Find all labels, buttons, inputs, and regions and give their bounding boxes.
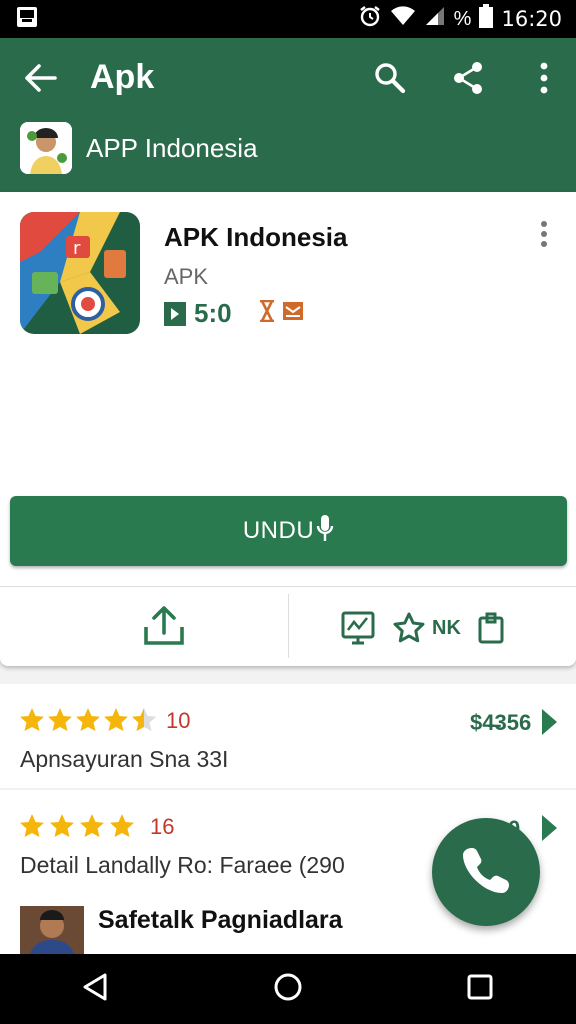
mail-icon [282, 301, 304, 326]
status-bar: % 16:20 [0, 0, 576, 38]
secondary-actions: NK [340, 602, 505, 654]
reviewer-name: Safetalk Pagniadlara [98, 906, 343, 934]
stars-icon [20, 814, 134, 837]
app-bar: Apk APP Indonesia [0, 38, 576, 192]
alarm-icon [358, 4, 382, 34]
home-circle-icon [272, 971, 304, 1008]
chevron-right-icon[interactable] [540, 814, 558, 847]
nav-home-button[interactable] [258, 959, 318, 1019]
star-outline-icon[interactable] [392, 611, 426, 645]
rating-value: 5:0 [194, 298, 232, 328]
nav-recents-button[interactable] [450, 959, 510, 1019]
phone-icon [460, 844, 512, 901]
svg-text:r: r [73, 238, 81, 259]
card-more-button[interactable] [530, 220, 558, 252]
more-vert-icon [539, 62, 549, 99]
star-rating: 10 [18, 706, 190, 736]
search-button[interactable] [368, 58, 412, 102]
chevron-right-icon[interactable] [540, 708, 558, 741]
vertical-divider [288, 594, 289, 658]
status-time: 16:20 [501, 7, 562, 31]
upload-button[interactable] [134, 602, 194, 654]
signal-icon [424, 5, 446, 33]
stars-icon [20, 708, 156, 731]
microphone-icon [316, 513, 334, 550]
reviewer-row: Safetalk Pagniadlara [20, 906, 343, 954]
app-title: APK Indonesia [164, 222, 348, 252]
nav-back-button[interactable] [66, 959, 126, 1019]
developer-avatar [20, 122, 72, 174]
review-item[interactable]: 10 $4̶356 Apnsayuran Sna 33I [0, 684, 576, 788]
recents-square-icon [466, 973, 494, 1006]
app-details-card: r APK Indonesia APK 5:0 UNDU NK [0, 192, 576, 666]
back-triangle-icon [81, 972, 111, 1007]
review-text: Detail Landally Ro: Faraee (290 [20, 852, 345, 878]
more-vert-icon [540, 220, 548, 252]
notification-icon [16, 6, 38, 33]
more-options-button[interactable] [522, 58, 566, 102]
screen-chart-icon[interactable] [340, 610, 376, 646]
nk-label: NK [432, 616, 461, 639]
rating-row: 5:0 [164, 298, 304, 329]
hourglass-icon [258, 299, 276, 327]
review-count: 10 [166, 708, 191, 733]
divider [0, 586, 576, 587]
install-button[interactable]: UNDU [10, 496, 567, 566]
install-label: UNDU [242, 517, 315, 544]
search-icon [373, 61, 407, 100]
call-fab-button[interactable] [432, 818, 540, 926]
avatar [20, 906, 84, 954]
app-subtitle: APK [164, 264, 209, 289]
wifi-icon [390, 5, 416, 33]
star-rating: 16 [18, 812, 174, 842]
system-nav-bar [0, 954, 576, 1024]
back-button[interactable] [20, 60, 60, 100]
rating-badge-icon [164, 301, 186, 326]
clipboard-icon[interactable] [477, 611, 505, 645]
upload-icon [142, 605, 186, 652]
developer-name: APP Indonesia [86, 132, 258, 163]
review-price: $4̶356 [470, 710, 532, 735]
review-text: Apnsayuran Sna 33I [20, 746, 229, 772]
review-count: 16 [150, 814, 175, 839]
developer-row[interactable]: APP Indonesia [20, 122, 258, 174]
battery-label: % [453, 7, 472, 30]
share-button[interactable] [446, 58, 490, 102]
share-icon [451, 61, 485, 100]
battery-icon [479, 4, 494, 34]
page-title: Apk [90, 58, 155, 96]
app-icon: r [20, 212, 140, 334]
back-arrow-icon [23, 63, 57, 98]
